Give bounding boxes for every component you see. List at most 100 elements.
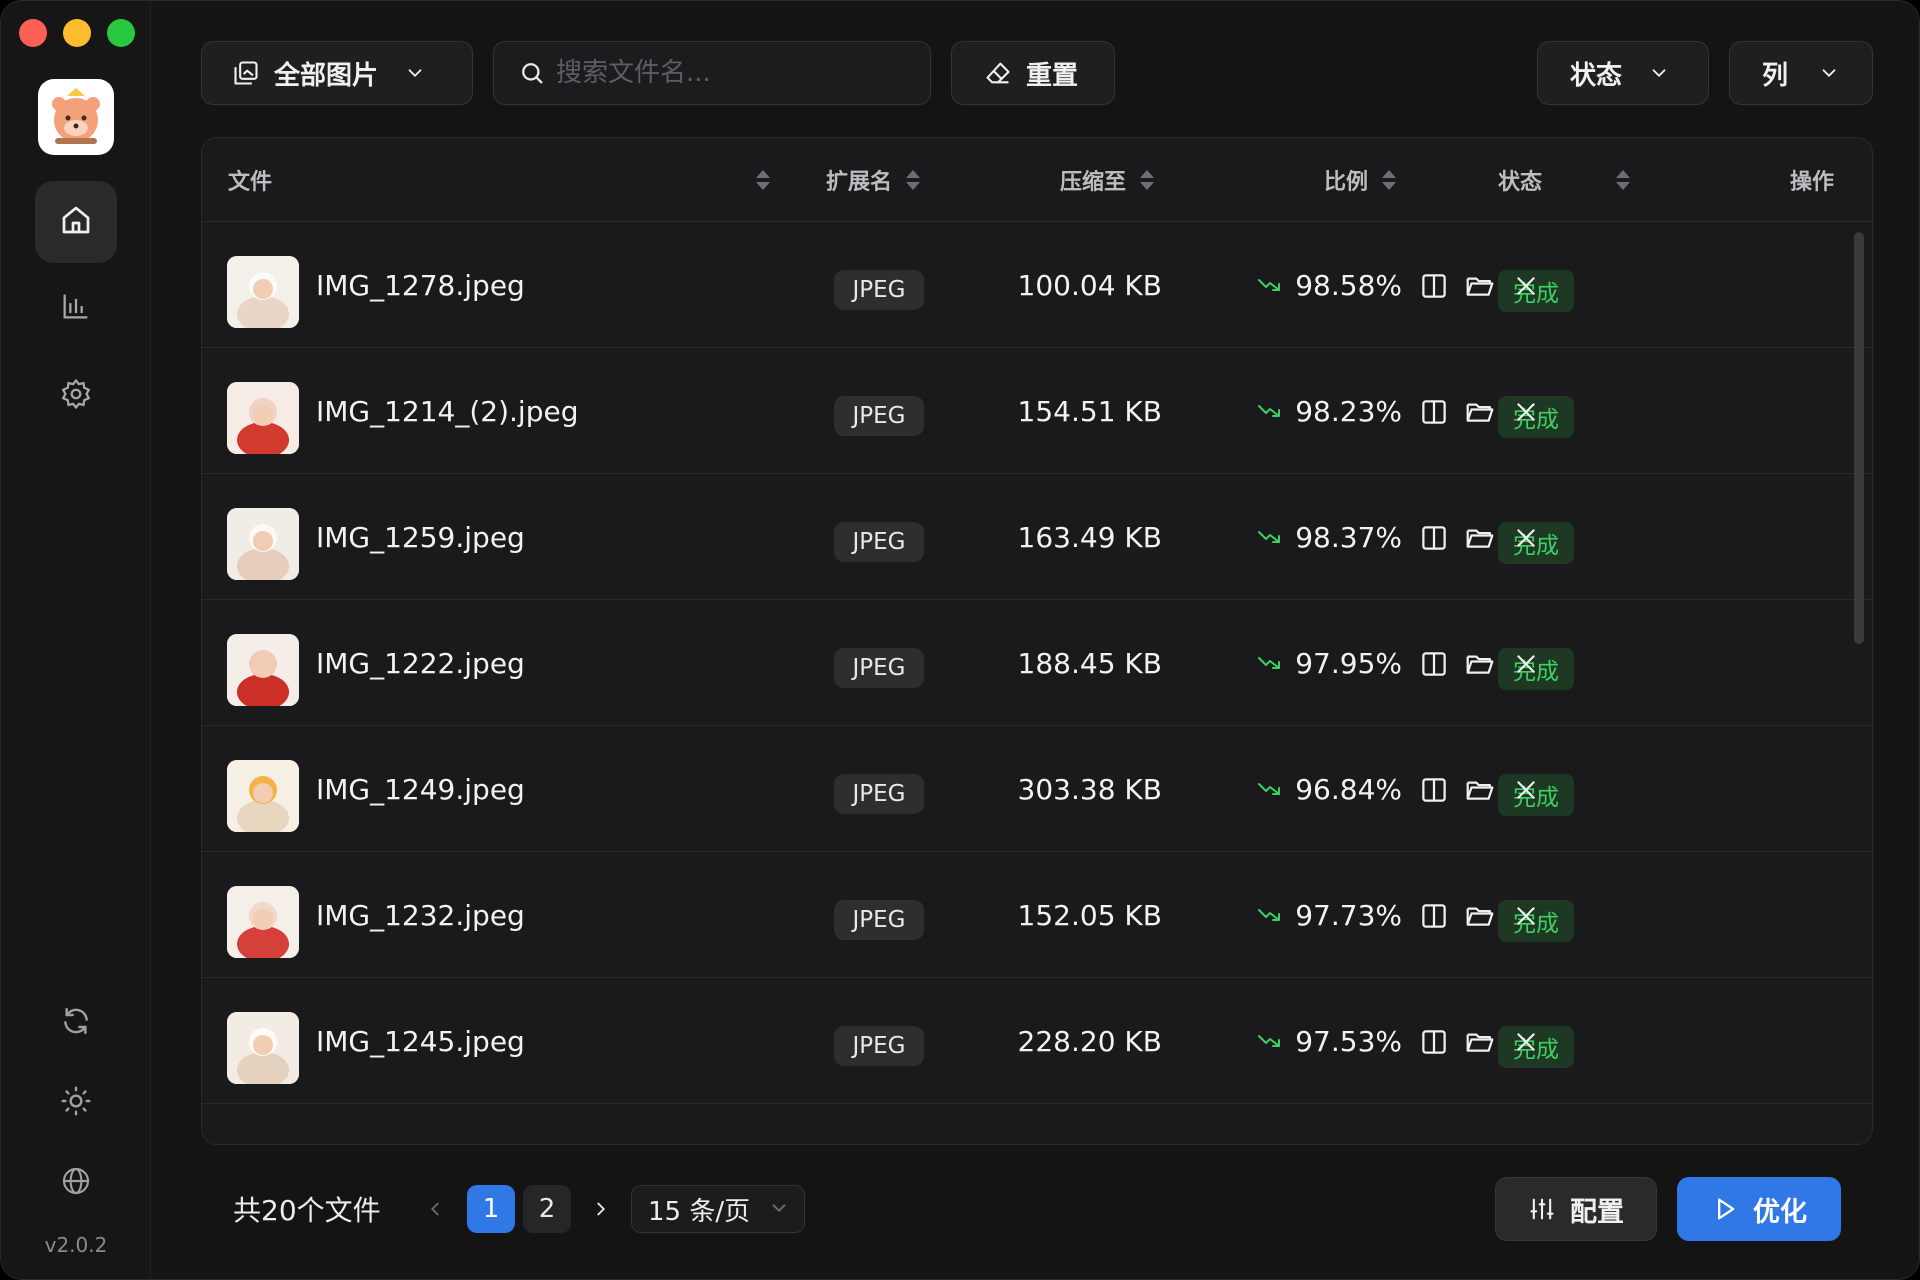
image-thumbnail[interactable]: [227, 886, 299, 958]
compare-button[interactable]: [1414, 266, 1454, 306]
close-icon: [1513, 651, 1539, 677]
sliders-icon: [1528, 1195, 1556, 1223]
remove-button[interactable]: [1506, 896, 1546, 936]
file-name: IMG_1214_(2).jpeg: [316, 394, 579, 428]
ext-badge: JPEG: [834, 648, 924, 688]
search-icon: [518, 59, 546, 87]
open-folder-button[interactable]: [1460, 518, 1500, 558]
nav-stats[interactable]: [35, 267, 117, 349]
refresh-icon[interactable]: [56, 1001, 96, 1041]
ext-badge: JPEG: [834, 774, 924, 814]
remove-button[interactable]: [1506, 770, 1546, 810]
col-header-ext[interactable]: 扩展名: [826, 138, 921, 222]
folder-icon: [1464, 649, 1496, 679]
compression-ratio: 96.84%: [1232, 726, 1402, 852]
table-row[interactable]: IMG_1214_(2).jpeg JPEG 154.51 KB 98.23% …: [202, 348, 1872, 474]
folder-icon: [1464, 1027, 1496, 1057]
close-icon: [1513, 273, 1539, 299]
image-filter-dropdown[interactable]: 全部图片: [201, 41, 473, 105]
minimize-window-button[interactable]: [63, 19, 91, 47]
compare-icon: [1419, 775, 1449, 805]
play-icon: [1711, 1195, 1739, 1223]
optimize-label: 优化: [1753, 1196, 1807, 1228]
sort-file-icon[interactable]: [742, 138, 770, 222]
image-thumbnail[interactable]: [227, 634, 299, 706]
nav-home[interactable]: [35, 181, 117, 263]
sun-icon[interactable]: [56, 1081, 96, 1121]
table-row[interactable]: IMG_1245.jpeg JPEG 228.20 KB 97.53% 完成: [202, 978, 1872, 1104]
compare-button[interactable]: [1414, 518, 1454, 558]
columns-label: 列: [1762, 60, 1789, 91]
col-header-compressed[interactable]: 压缩至: [1060, 138, 1155, 222]
image-thumbnail[interactable]: [227, 256, 299, 328]
search-box[interactable]: [493, 41, 931, 105]
reset-button[interactable]: 重置: [951, 41, 1115, 105]
prev-page-button[interactable]: [415, 1185, 455, 1233]
remove-button[interactable]: [1506, 518, 1546, 558]
compare-button[interactable]: [1414, 1022, 1454, 1062]
maximize-window-button[interactable]: [107, 19, 135, 47]
compressed-size: 163.49 KB: [1017, 520, 1162, 554]
col-header-file[interactable]: 文件: [228, 138, 272, 222]
columns-dropdown[interactable]: 列: [1729, 41, 1873, 105]
close-icon: [1513, 525, 1539, 551]
window-controls: [19, 19, 135, 47]
reset-label: 重置: [1026, 60, 1079, 91]
config-button[interactable]: 配置: [1495, 1177, 1657, 1241]
image-thumbnail[interactable]: [227, 382, 299, 454]
table-row[interactable]: IMG_1222.jpeg JPEG 188.45 KB 97.95% 完成: [202, 600, 1872, 726]
image-thumbnail[interactable]: [227, 1012, 299, 1084]
nav-settings[interactable]: [35, 355, 117, 437]
compare-button[interactable]: [1414, 392, 1454, 432]
image-thumbnail[interactable]: [227, 760, 299, 832]
compressed-size: 188.45 KB: [1017, 646, 1162, 680]
status-filter-dropdown[interactable]: 状态: [1537, 41, 1709, 105]
open-folder-button[interactable]: [1460, 1022, 1500, 1062]
app-version: v2.0.2: [44, 1233, 108, 1257]
table-row[interactable]: IMG_1232.jpeg JPEG 152.05 KB 97.73% 完成: [202, 852, 1872, 978]
app-window: v2.0.2 全部图片 重置 状态 列: [0, 0, 1920, 1280]
compare-button[interactable]: [1414, 896, 1454, 936]
compare-button[interactable]: [1414, 644, 1454, 684]
search-input[interactable]: [556, 58, 916, 88]
compare-icon: [1419, 397, 1449, 427]
page-button-1[interactable]: 1: [467, 1185, 515, 1233]
remove-button[interactable]: [1506, 644, 1546, 684]
page-size-label: 15 条/页: [648, 1196, 751, 1227]
remove-button[interactable]: [1506, 266, 1546, 306]
page-size-select[interactable]: 15 条/页: [631, 1185, 805, 1233]
page-button-2[interactable]: 2: [523, 1185, 571, 1233]
remove-button[interactable]: [1506, 1022, 1546, 1062]
open-folder-button[interactable]: [1460, 266, 1500, 306]
file-count: 共20个文件: [233, 1194, 381, 1227]
image-thumbnail[interactable]: [227, 508, 299, 580]
compare-button[interactable]: [1414, 770, 1454, 810]
table-row[interactable]: IMG_1249.jpeg JPEG 303.38 KB 96.84% 完成: [202, 726, 1872, 852]
chevron-down-icon: [1648, 62, 1670, 84]
chevron-down-icon: [1818, 62, 1840, 84]
file-name: IMG_1278.jpeg: [316, 268, 525, 302]
images-icon: [232, 59, 260, 87]
open-folder-button[interactable]: [1460, 644, 1500, 684]
file-name: IMG_1245.jpeg: [316, 1024, 525, 1058]
trend-down-icon: [1257, 401, 1289, 421]
compare-icon: [1419, 523, 1449, 553]
remove-button[interactable]: [1506, 392, 1546, 432]
app-logo: [38, 79, 114, 155]
open-folder-button[interactable]: [1460, 896, 1500, 936]
close-window-button[interactable]: [19, 19, 47, 47]
optimize-button[interactable]: 优化: [1677, 1177, 1841, 1241]
next-page-button[interactable]: [581, 1185, 621, 1233]
table-scrollbar[interactable]: [1854, 232, 1864, 644]
chevron-down-icon: [768, 1196, 790, 1226]
gear-icon: [59, 377, 93, 415]
table-row[interactable]: IMG_1259.jpeg JPEG 163.49 KB 98.37% 完成: [202, 474, 1872, 600]
image-filter-label: 全部图片: [274, 60, 379, 91]
globe-icon[interactable]: [56, 1161, 96, 1201]
col-header-status[interactable]: 状态: [1498, 138, 1542, 222]
sort-status-icon[interactable]: [1602, 138, 1630, 222]
col-header-ratio[interactable]: 比例: [1324, 138, 1397, 222]
table-row[interactable]: IMG_1278.jpeg JPEG 100.04 KB 98.58% 完成: [202, 222, 1872, 348]
open-folder-button[interactable]: [1460, 392, 1500, 432]
open-folder-button[interactable]: [1460, 770, 1500, 810]
